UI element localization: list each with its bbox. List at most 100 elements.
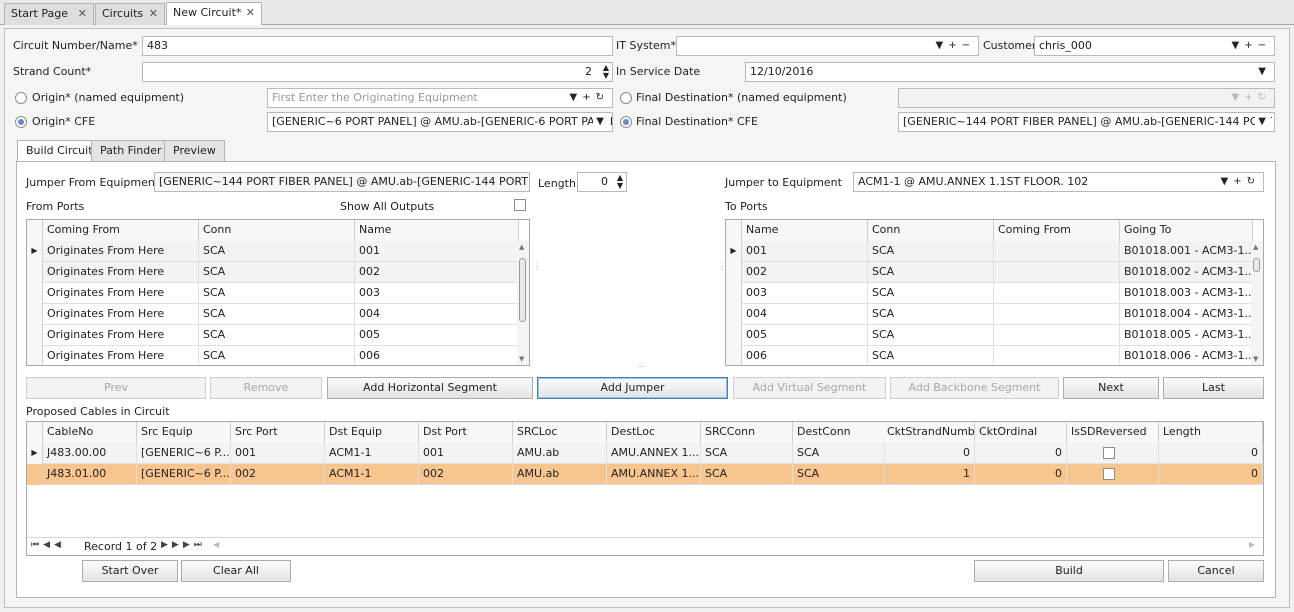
- next-last-page-icons[interactable]: ▶▶▶⏭: [161, 540, 206, 550]
- close-icon[interactable]: ✕: [246, 3, 255, 23]
- customer-select[interactable]: chris_000 ▼+−: [1034, 36, 1275, 56]
- table-row[interactable]: ▶ Originates From Here SCA 001: [27, 241, 519, 262]
- column-header[interactable]: Going To: [1120, 220, 1253, 241]
- column-header[interactable]: Src Port: [231, 422, 325, 443]
- tab-preview[interactable]: Preview: [164, 140, 225, 161]
- last-button[interactable]: Last: [1163, 377, 1264, 399]
- column-header[interactable]: Src Equip: [137, 422, 231, 443]
- table-row[interactable]: J483.01.00 [GENERIC~6 P... 002 ACM1-1 002 AMU…: [27, 464, 1263, 485]
- table-cell[interactable]: [1067, 464, 1159, 485]
- close-icon[interactable]: ✕: [78, 4, 87, 24]
- show-all-outputs-checkbox[interactable]: [514, 199, 526, 211]
- dropdown-add-refresh-icons[interactable]: ▼+↻: [570, 89, 609, 107]
- column-header[interactable]: Dst Port: [419, 422, 513, 443]
- column-header[interactable]: SRCConn: [701, 422, 793, 443]
- remove-button[interactable]: Remove: [210, 377, 322, 399]
- table-row[interactable]: ▶ 001 SCA B01018.001 - ACM3-1...: [726, 241, 1253, 262]
- origin-cfe-select[interactable]: [GENERIC~6 PORT PANEL] @ AMU.ab-[GENERIC…: [267, 112, 613, 132]
- table-cell: B01018.001 - ACM3-1...: [1120, 241, 1253, 262]
- table-row[interactable]: Originates From Here SCA 005: [27, 325, 519, 346]
- dest-cfe-radio[interactable]: [620, 116, 632, 128]
- first-prev-page-icons[interactable]: ⏮◀◀: [31, 540, 65, 550]
- column-header[interactable]: CktOrdinal: [975, 422, 1067, 443]
- add-backbone-segment-button[interactable]: Add Backbone Segment: [890, 377, 1059, 399]
- spin-arrows-icon[interactable]: ▲ ▼: [617, 174, 623, 190]
- scrollbar-thumb[interactable]: [519, 258, 526, 322]
- scroll-left-icon[interactable]: ◀: [213, 540, 219, 549]
- column-header[interactable]: Name: [355, 220, 519, 241]
- column-header[interactable]: CktStrandNumber: [883, 422, 975, 443]
- column-header[interactable]: Length: [1159, 422, 1263, 443]
- table-row[interactable]: Originates From Here SCA 002: [27, 262, 519, 283]
- grid-header: CableNo Src Equip Src Port Dst Equip Dst Por…: [27, 422, 1263, 443]
- column-header[interactable]: CableNo: [43, 422, 137, 443]
- clear-all-button[interactable]: Clear All: [181, 560, 291, 582]
- table-row[interactable]: 004 SCA B01018.004 - ACM3-1...: [726, 304, 1253, 325]
- chevron-down-icon[interactable]: ▼: [593, 113, 609, 131]
- vertical-scrollbar[interactable]: ▲ ▼: [517, 241, 529, 365]
- is-sd-reversed-checkbox[interactable]: [1103, 468, 1115, 480]
- table-row[interactable]: 002 SCA B01018.002 - ACM3-1...: [726, 262, 1253, 283]
- close-icon[interactable]: ✕: [149, 4, 158, 24]
- chevron-down-icon[interactable]: ▼: [1255, 113, 1271, 131]
- origin-named-select[interactable]: First Enter the Originating Equipment ▼+↻: [267, 88, 613, 108]
- column-header[interactable]: DestConn: [793, 422, 885, 443]
- column-header[interactable]: Coming From: [994, 220, 1120, 241]
- column-header[interactable]: SRCLoc: [513, 422, 607, 443]
- dropdown-add-refresh-icons[interactable]: ▼+↻: [1221, 173, 1260, 191]
- table-cell: [994, 346, 1120, 365]
- column-header[interactable]: DestLoc: [607, 422, 701, 443]
- strand-count-spinner[interactable]: 2 ▲ ▼: [142, 62, 613, 82]
- scrollbar-thumb[interactable]: [1253, 258, 1260, 272]
- column-header[interactable]: Name: [742, 220, 868, 241]
- tab-start-page[interactable]: Start Page ✕: [4, 3, 94, 25]
- column-header[interactable]: Conn: [199, 220, 355, 241]
- table-cell: 002: [355, 262, 519, 283]
- table-row[interactable]: Originates From Here SCA 006: [27, 346, 519, 365]
- origin-cfe-radio[interactable]: [15, 116, 27, 128]
- add-virtual-segment-button[interactable]: Add Virtual Segment: [733, 377, 886, 399]
- dest-cfe-select[interactable]: [GENERIC~144 PORT FIBER PANEL] @ AMU.ab-…: [898, 112, 1275, 132]
- table-row[interactable]: Originates From Here SCA 004: [27, 304, 519, 325]
- chevron-down-icon[interactable]: ▼: [1258, 63, 1271, 81]
- scroll-right-icon[interactable]: ▶: [1249, 540, 1255, 549]
- tab-new-circuit[interactable]: New Circuit* ✕: [166, 2, 262, 25]
- column-header[interactable]: Conn: [868, 220, 994, 241]
- next-button[interactable]: Next: [1063, 377, 1159, 399]
- build-button[interactable]: Build: [974, 560, 1164, 582]
- dest-named-radio[interactable]: [620, 92, 632, 104]
- is-sd-reversed-checkbox[interactable]: [1103, 447, 1115, 459]
- dropdown-add-remove-icons[interactable]: ▼+−: [936, 37, 975, 55]
- table-cell[interactable]: [1067, 443, 1159, 464]
- table-row[interactable]: 005 SCA B01018.005 - ACM3-1...: [726, 325, 1253, 346]
- spin-arrows-icon[interactable]: ▲ ▼: [603, 64, 609, 80]
- column-header[interactable]: Coming From: [43, 220, 199, 241]
- jumper-from-field[interactable]: [GENERIC~144 PORT FIBER PANEL] @ AMU.ab-…: [154, 172, 530, 192]
- table-row[interactable]: 006 SCA B01018.006 - ACM3-1...: [726, 346, 1253, 365]
- column-header[interactable]: IsSDReversed: [1067, 422, 1159, 443]
- record-counter: Record 1 of 2: [84, 540, 158, 553]
- origin-named-radio[interactable]: [15, 92, 27, 104]
- tab-circuits[interactable]: Circuits ✕: [95, 3, 165, 25]
- circuit-number-input[interactable]: 483: [142, 36, 613, 56]
- dropdown-add-remove-icons[interactable]: ▼+−: [1232, 37, 1271, 55]
- in-service-date-picker[interactable]: 12/10/2016 ▼: [745, 62, 1275, 82]
- vertical-scrollbar[interactable]: ▲ ▼: [1251, 241, 1263, 365]
- table-row[interactable]: ▶ J483.00.00 [GENERIC~6 P... 001 ACM1-1 001 AM…: [27, 443, 1263, 464]
- splitter-grip-icon[interactable]: ⋯: [637, 362, 645, 371]
- splitter-grip-icon[interactable]: ⋮: [533, 262, 541, 271]
- prev-button[interactable]: Prev: [26, 377, 206, 399]
- table-cell: SCA: [199, 346, 355, 365]
- jumper-to-select[interactable]: ACM1-1 @ AMU.ANNEX 1.1ST FLOOR. 102 ▼+↻: [853, 172, 1264, 192]
- tab-path-finder[interactable]: Path Finder: [91, 140, 171, 161]
- table-row[interactable]: 003 SCA B01018.003 - ACM3-1...: [726, 283, 1253, 304]
- add-horizontal-segment-button[interactable]: Add Horizontal Segment: [327, 377, 533, 399]
- it-system-select[interactable]: ▼+−: [676, 36, 979, 56]
- length-spinner[interactable]: 0 ▲ ▼: [577, 172, 627, 192]
- add-jumper-button[interactable]: Add Jumper: [537, 377, 728, 399]
- tab-build-circuit[interactable]: Build Circuit: [17, 140, 102, 162]
- table-row[interactable]: Originates From Here SCA 003: [27, 283, 519, 304]
- start-over-button[interactable]: Start Over: [82, 560, 178, 582]
- column-header[interactable]: Dst Equip: [325, 422, 419, 443]
- cancel-button[interactable]: Cancel: [1168, 560, 1264, 582]
